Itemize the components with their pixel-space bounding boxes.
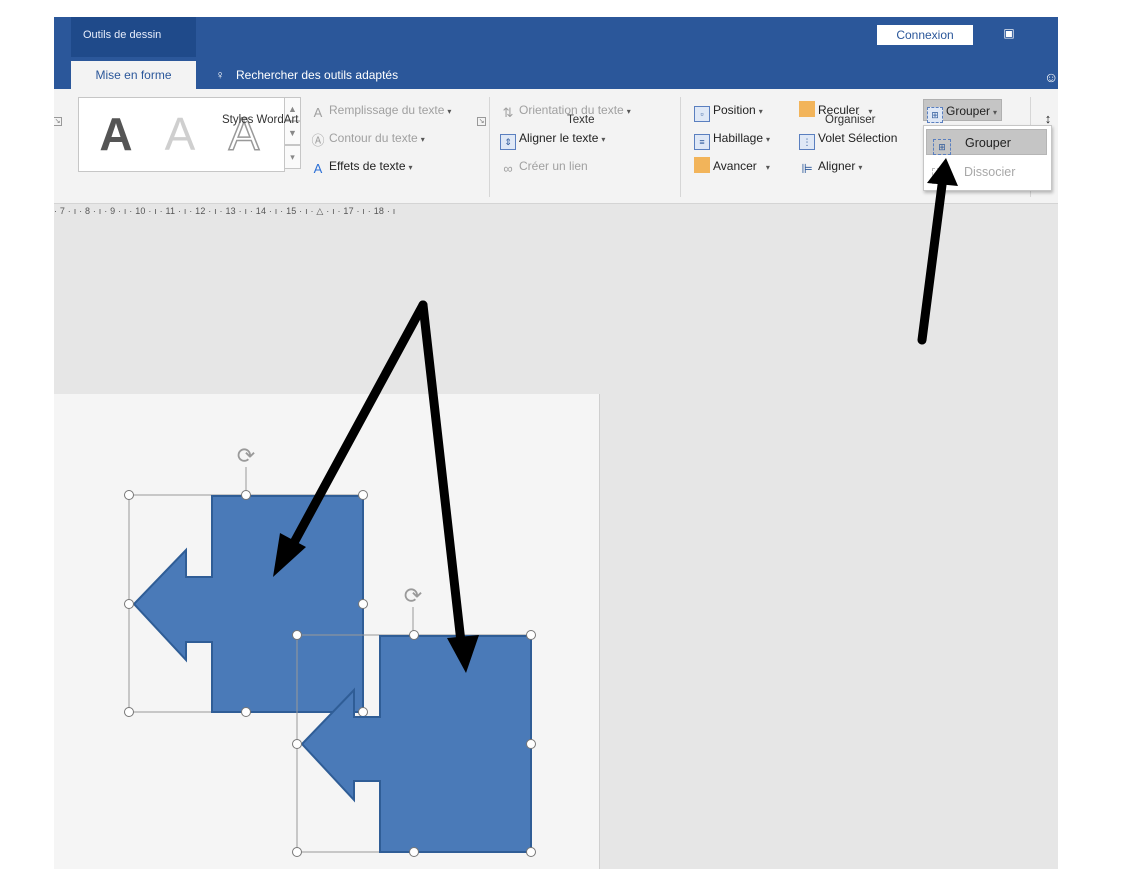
menu-item-ungroup-label: Dissocier [964, 165, 1016, 179]
horizontal-ruler[interactable]: · 7 · ı · 8 · ı · 9 · ı · 10 · ı · 11 · … [54, 204, 1058, 220]
position-icon: ▫ [694, 106, 710, 122]
group-separator [489, 97, 490, 197]
ruler-ticks: · 7 · ı · 8 · ı · 9 · ı · 10 · ı · 11 · … [54, 206, 396, 216]
align-text-icon: ⇕ [500, 134, 516, 150]
user-icon[interactable]: ☺ [1044, 69, 1058, 85]
dialog-launcher-icon[interactable]: ↘ [54, 117, 62, 126]
selection-pane-label: Volet Sélection [818, 131, 898, 145]
selection-pane-button[interactable]: ⋮ Volet Sélection [799, 127, 898, 150]
chevron-down-icon: ▾ [765, 163, 770, 172]
title-bar: Outils de dessin Connexion ▣ [54, 17, 1058, 57]
text-direction-icon: ⇅ [502, 105, 514, 120]
ribbon-display-options-icon[interactable]: ▣ [1001, 26, 1017, 40]
wordart-gallery[interactable]: A A A [78, 97, 285, 172]
wrap-text-button[interactable]: ≡ Habillage ▾ [694, 127, 771, 150]
text-outline-button[interactable]: Ⓐ Contour du texte ▾ [310, 127, 425, 149]
group-objects-icon: ⊞ [933, 139, 951, 155]
wordart-gallery-scroll[interactable]: ▲ ▼ ▾ [285, 97, 301, 172]
selection-pane-icon: ⋮ [799, 134, 815, 150]
bring-forward-button[interactable]: Avancer ▾ [694, 155, 770, 177]
menu-item-group[interactable]: ⊞ Grouper [926, 129, 1047, 155]
context-tab-group-drawing-tools: Outils de dessin [71, 17, 196, 57]
group-separator [680, 97, 681, 197]
word-window: Outils de dessin Connexion ▣ Mise en for… [54, 17, 1058, 869]
align-objects-icon: ⊫ [801, 161, 813, 176]
chevron-down-icon: ▾ [758, 107, 763, 116]
lightbulb-icon: ♀ [215, 68, 225, 82]
chevron-down-icon: ▾ [626, 107, 631, 116]
bring-forward-icon [694, 157, 710, 173]
group-objects-label: Grouper [946, 104, 991, 118]
text-outline-icon: Ⓐ [311, 133, 325, 148]
create-link-button[interactable]: ∞ Créer un lien [500, 155, 588, 177]
group-label-text: Texte [567, 114, 595, 126]
wrap-text-icon: ≡ [694, 134, 710, 150]
wordart-sample-1[interactable]: A [87, 108, 145, 160]
create-link-label: Créer un lien [519, 159, 588, 173]
group-label-wordart: Styles WordArt [222, 114, 299, 126]
text-direction-button[interactable]: ⇅ Orientation du texte ▾ [500, 99, 631, 121]
bring-forward-label: Avancer [713, 159, 757, 173]
tell-me-label: Rechercher des outils adaptés [236, 68, 399, 82]
wordart-dialog-launcher-icon[interactable]: ↘ [477, 117, 486, 126]
tab-format[interactable]: Mise en forme [71, 61, 196, 89]
chevron-down-icon: ▾ [766, 135, 771, 144]
group-label-arrange: Organiser [825, 114, 876, 126]
text-effects-icon: A [313, 161, 323, 176]
tell-me-box[interactable]: ♀ Rechercher des outils adaptés [214, 61, 399, 89]
text-effects-button[interactable]: A Effets de texte ▾ [310, 155, 413, 177]
chevron-down-icon: ▾ [601, 135, 606, 144]
ribbon-tab-row: Mise en forme ♀ Rechercher des outils ada… [54, 57, 1058, 89]
text-fill-label: Remplissage du texte [329, 103, 445, 117]
align-text-label: Aligner le texte [519, 131, 599, 145]
gallery-more-icon[interactable]: ▾ [285, 145, 301, 169]
text-fill-icon: A [313, 105, 323, 120]
document-page[interactable] [54, 394, 600, 869]
align-objects-label: Aligner [818, 159, 856, 173]
chevron-down-icon: ▾ [408, 163, 413, 172]
text-effects-label: Effets de texte [329, 159, 406, 173]
position-label: Position [713, 103, 756, 117]
align-text-button[interactable]: ⇕ Aligner le texte ▾ [500, 127, 606, 150]
chevron-down-icon: ▾ [420, 135, 425, 144]
align-objects-button[interactable]: ⊫ Aligner ▾ [799, 155, 862, 177]
group-dropdown-menu: ⊞ Grouper ⊟ Dissocier [923, 125, 1052, 191]
menu-item-ungroup[interactable]: ⊟ Dissocier [926, 159, 1047, 185]
position-button[interactable]: ▫ Position ▾ [694, 99, 763, 122]
chevron-down-icon: ▾ [447, 107, 452, 116]
chevron-down-icon: ▾ [858, 163, 863, 172]
link-icon: ∞ [503, 161, 513, 176]
wrap-text-label: Habillage [713, 131, 764, 145]
group-objects-button[interactable]: ⊞ Grouper ▾ [923, 99, 1003, 123]
signin-button[interactable]: Connexion [876, 24, 974, 46]
text-outline-label: Contour du texte [329, 131, 418, 145]
chevron-down-icon: ▾ [993, 108, 998, 117]
send-backward-icon [799, 101, 815, 117]
group-objects-icon: ⊞ [927, 107, 943, 123]
wordart-sample-2[interactable]: A [151, 108, 209, 160]
size-height-icon[interactable]: ↕ [1040, 105, 1058, 127]
context-tab-group-label: Outils de dessin [83, 29, 162, 41]
menu-item-group-label: Grouper [965, 136, 1011, 150]
ungroup-objects-icon: ⊟ [932, 168, 950, 184]
text-fill-button[interactable]: A Remplissage du texte ▾ [310, 99, 452, 121]
